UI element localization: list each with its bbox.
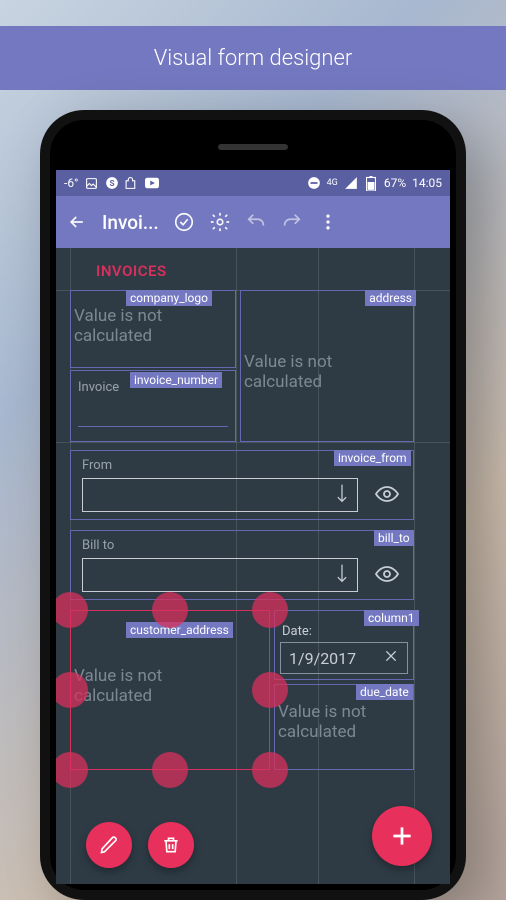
- tag-bill-to: bill_to: [374, 530, 414, 546]
- image-icon: [85, 176, 99, 190]
- chevron-down-icon: [335, 483, 349, 507]
- dnd-icon: [307, 176, 321, 190]
- tag-invoice-from: invoice_from: [334, 450, 411, 466]
- eye-icon[interactable]: [374, 564, 400, 584]
- billto-dropdown[interactable]: [82, 558, 358, 592]
- skype-icon: S: [105, 176, 119, 190]
- delete-fab[interactable]: [148, 822, 194, 868]
- eye-icon[interactable]: [374, 484, 400, 504]
- resize-handle[interactable]: [152, 592, 188, 628]
- tag-company-logo: company_logo: [126, 290, 212, 306]
- device-frame: -6° S: [40, 110, 466, 900]
- resize-handle[interactable]: [252, 672, 288, 708]
- billto-label: Bill to: [82, 538, 114, 553]
- clock: 14:05: [412, 176, 442, 190]
- clear-icon[interactable]: [383, 648, 399, 668]
- tag-column1: column1: [364, 610, 419, 626]
- resize-handle[interactable]: [56, 752, 88, 788]
- tag-invoice-number: invoice_number: [130, 372, 222, 388]
- resize-handle[interactable]: [252, 752, 288, 788]
- svg-text:S: S: [109, 178, 114, 188]
- bag-icon: [125, 176, 139, 190]
- app-title: Invoi...: [102, 211, 159, 234]
- date-input[interactable]: 1/9/2017: [280, 642, 408, 674]
- screen: -6° S: [56, 170, 450, 884]
- resize-handle[interactable]: [152, 752, 188, 788]
- network-label: 4G: [327, 178, 338, 188]
- add-fab[interactable]: [372, 806, 432, 866]
- battery-pct: 67%: [384, 176, 406, 190]
- status-bar: -6° S: [56, 170, 450, 196]
- from-dropdown[interactable]: [82, 478, 358, 512]
- from-label: From: [82, 458, 112, 473]
- date-label: Date:: [282, 624, 312, 639]
- tag-address: address: [365, 290, 416, 306]
- resize-handle[interactable]: [252, 592, 288, 628]
- check-circle-icon[interactable]: [173, 211, 195, 233]
- company-logo-value: Value is not calculated: [74, 306, 224, 347]
- customer-address-value: Value is not calculated: [74, 666, 234, 707]
- overflow-icon[interactable]: [317, 211, 339, 233]
- temperature: -6°: [64, 176, 79, 190]
- edit-fab[interactable]: [86, 822, 132, 868]
- redo-icon[interactable]: [281, 211, 303, 233]
- invoice-label: Invoice: [78, 380, 119, 395]
- battery-icon: [364, 176, 378, 190]
- section-title: INVOICES: [96, 262, 167, 280]
- design-canvas[interactable]: INVOICES company_logo Value is not calcu…: [56, 248, 450, 884]
- gear-icon[interactable]: [209, 211, 231, 233]
- back-icon[interactable]: [66, 211, 88, 233]
- app-bar: Invoi...: [56, 196, 450, 248]
- date-value: 1/9/2017: [289, 649, 356, 668]
- undo-icon[interactable]: [245, 211, 267, 233]
- promo-title: Visual form designer: [154, 46, 353, 71]
- address-value: Value is not calculated: [244, 352, 394, 393]
- chevron-down-icon: [335, 563, 349, 587]
- due-date-value: Value is not calculated: [278, 702, 408, 743]
- tag-due-date: due_date: [356, 684, 413, 700]
- youtube-icon: [145, 176, 159, 190]
- promo-banner: Visual form designer: [0, 26, 506, 90]
- signal-icon: [344, 176, 358, 190]
